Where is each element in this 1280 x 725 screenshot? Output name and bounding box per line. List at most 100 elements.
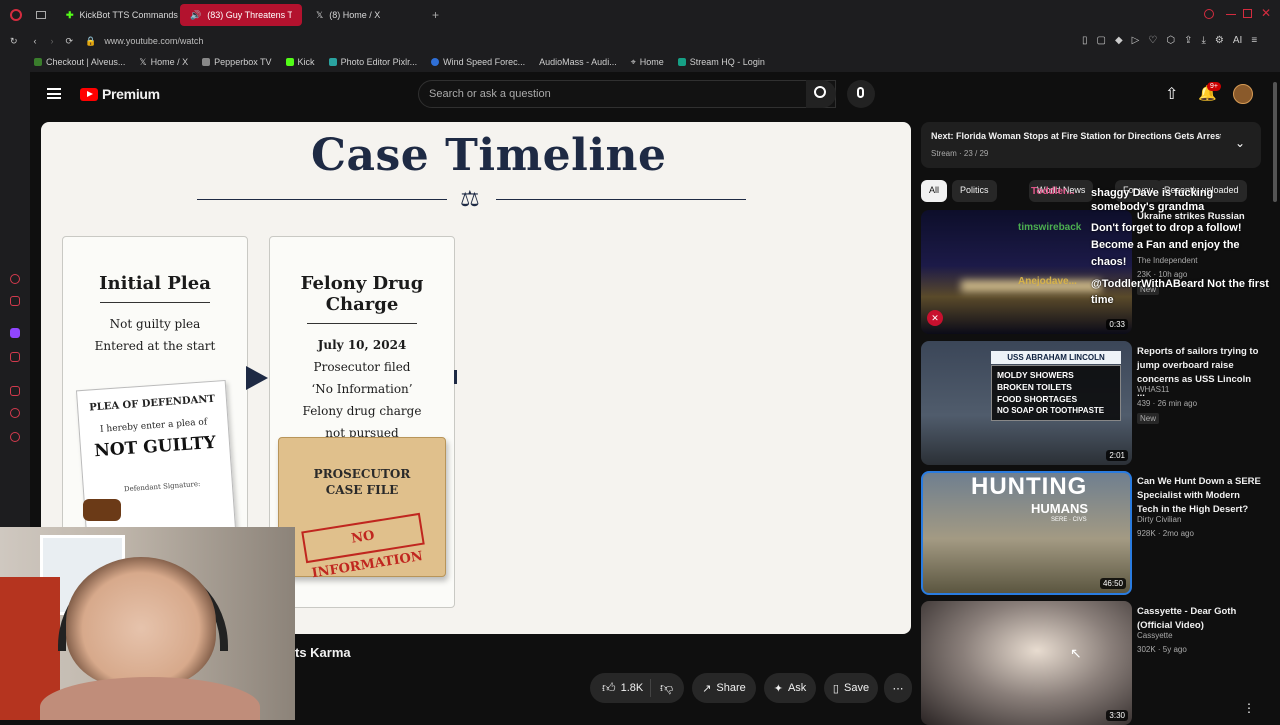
settings-icon[interactable] [10, 432, 20, 442]
upload-icon[interactable]: ⇧ [1165, 84, 1178, 104]
opera-logo-icon[interactable] [10, 9, 22, 21]
microphone-icon [857, 87, 864, 98]
card-divider [307, 323, 417, 324]
bookmark-item[interactable]: Photo Editor Pixlr... [328, 57, 417, 67]
windy-icon [431, 58, 440, 66]
heart-icon[interactable]: ♡ [1148, 35, 1157, 46]
download-icon[interactable]: ⤓ [1201, 35, 1205, 46]
shield-icon[interactable]: ◆ [1115, 35, 1123, 46]
tab-label: (8) Home / X [329, 10, 381, 20]
sidebar-scrollbar[interactable] [1273, 82, 1277, 202]
sidebar-app-icon[interactable] [10, 386, 20, 396]
title-divider [197, 199, 447, 200]
bookmark-item[interactable]: 𝕏 Home / X [139, 57, 188, 68]
recommended-video[interactable]: USS ABRAHAM LINCOLN MOLDY SHOWERS BROKEN… [921, 341, 1261, 465]
easy-setup-icon[interactable]: ⚙ [1215, 35, 1224, 46]
recommended-video[interactable]: 3:30 Cassyette - Dear Goth (Official Vid… [921, 601, 1261, 725]
bookmark-item[interactable]: Pepperbox TV [202, 57, 272, 67]
youtube-logo[interactable]: Premium [80, 86, 160, 102]
case-file-folder: PROSECUTOR CASE FILE NO INFORMATION [278, 437, 446, 581]
video-duration: 3:30 [1106, 710, 1128, 721]
youtube-play-icon [80, 87, 98, 101]
sidebar-app-icon[interactable] [10, 274, 20, 284]
video-duration: 0:33 [1106, 319, 1128, 330]
play-icon[interactable]: ▷ [1132, 35, 1140, 46]
more-icon: ⋯ [892, 682, 904, 695]
bookmark-favicon-icon [202, 58, 211, 66]
snapshot-icon[interactable]: ▢ [1097, 35, 1106, 46]
aria-icon[interactable]: AI [1233, 35, 1242, 46]
channel-name: Cassyette [1137, 631, 1173, 640]
reload-icon[interactable]: ↻ [10, 36, 18, 47]
voice-search-button[interactable] [847, 80, 875, 108]
bookmark-save-icon: ▯ [832, 682, 839, 695]
refresh-icon[interactable]: ⟳ [66, 36, 74, 47]
extensions-icon[interactable]: ⬡ [1166, 35, 1175, 46]
folder-label: PROSECUTOR CASE FILE [313, 467, 411, 497]
gavel-icon [83, 499, 121, 521]
bookmark-icon[interactable]: ▯ [1082, 35, 1088, 46]
share-icon[interactable]: ⇪ [1184, 35, 1192, 46]
sidebar-app-icon[interactable] [10, 352, 20, 362]
close-window-icon[interactable]: ✕ [1261, 6, 1271, 20]
like-count: 1.8K [620, 682, 644, 694]
bookmark-item[interactable]: Checkout | Alveus... [34, 57, 125, 67]
tab-label: KickBot TTS Commands [79, 10, 178, 20]
bookmark-item[interactable]: Kick [285, 57, 315, 67]
share-button[interactable]: ↗ Share [692, 673, 756, 703]
maximize-icon[interactable] [1243, 9, 1252, 18]
up-next-banner[interactable]: Next: Florida Woman Stops at Fire Statio… [921, 122, 1261, 168]
ask-button[interactable]: ✦ Ask [764, 673, 816, 703]
thumbs-down-icon[interactable]: 👎︎ [660, 680, 673, 696]
tab-youtube-video[interactable]: 🔊 (83) Guy Threatens To [180, 4, 302, 26]
forward-icon[interactable]: › [51, 36, 54, 46]
video-title: ts Karma [295, 645, 351, 660]
video-thumbnail: HUNTING HUMANS SERE · CIVS 46:50 [921, 471, 1132, 595]
bookmark-item[interactable]: ⌖ Home [631, 57, 664, 68]
url-field[interactable]: www.youtube.com/watch [104, 36, 203, 46]
more-actions-button[interactable]: ⋯ [884, 673, 912, 703]
thumb-caption: USS ABRAHAM LINCOLN [991, 351, 1121, 364]
speaker-icon: 🔊 [190, 9, 202, 20]
sidebar-app-icon[interactable] [10, 296, 20, 306]
back-icon[interactable]: ‹ [34, 36, 37, 46]
like-button[interactable]: 👍︎ 1.8K 👎︎ [590, 673, 684, 703]
chip-all[interactable]: All [921, 180, 948, 202]
tab-kickbot[interactable]: ✚ KickBot TTS Commands [56, 4, 178, 26]
title-divider [496, 199, 746, 200]
search-button[interactable] [806, 80, 836, 108]
more-options-icon[interactable]: ⋮ [1243, 701, 1255, 715]
no-information-stamp: NO INFORMATION [301, 512, 425, 581]
search-tabs-icon[interactable] [1204, 9, 1214, 19]
new-tab-icon[interactable]: + [432, 8, 439, 22]
search-input[interactable]: Search or ask a question [418, 80, 836, 108]
menu-icon[interactable]: ≡ [1251, 35, 1257, 46]
hamburger-menu-icon[interactable] [47, 88, 61, 99]
card-text: ‘No Information’ [311, 382, 413, 396]
card-text: Entered at the start [94, 339, 216, 353]
video-thumbnail: 3:30 [921, 601, 1132, 725]
notification-count-badge: 9+ [1207, 82, 1221, 91]
bookmark-favicon-icon [677, 58, 686, 66]
tab-x-home[interactable]: 𝕏 (8) Home / X [306, 4, 426, 26]
document-title: PLEA OF DEFENDANT [88, 393, 216, 414]
save-button[interactable]: ▯ Save [824, 673, 878, 703]
bookmark-item[interactable]: Stream HQ - Login [677, 57, 765, 67]
bookmark-item[interactable]: AudioMass - Audi... [539, 57, 617, 67]
chat-username: Anejodave... [1018, 276, 1077, 287]
bookmark-item[interactable]: Wind Speed Forec... [431, 57, 525, 67]
minimize-icon[interactable] [1226, 14, 1236, 15]
chip-politics[interactable]: Politics [952, 180, 997, 202]
sparkle-icon: ✦ [773, 682, 783, 695]
card-text: Felony drug charge [302, 404, 422, 418]
tab-label: (83) Guy Threatens To [207, 10, 292, 20]
video-duration: 2:01 [1106, 450, 1128, 461]
twitch-icon[interactable] [10, 328, 20, 338]
avatar[interactable] [1233, 84, 1253, 104]
workspace-icon[interactable] [36, 11, 46, 19]
toolbar-extensions: ▯ ▢ ◆ ▷ ♡ ⬡ ⇪ ⤓ ⚙ AI ≡ [1082, 35, 1257, 46]
history-icon[interactable] [10, 408, 20, 418]
recommended-video[interactable]: HUNTING HUMANS SERE · CIVS 46:50 Can We … [921, 471, 1261, 595]
chevron-down-icon[interactable]: ⌄ [1235, 136, 1245, 150]
webcam-overlay [0, 527, 295, 720]
